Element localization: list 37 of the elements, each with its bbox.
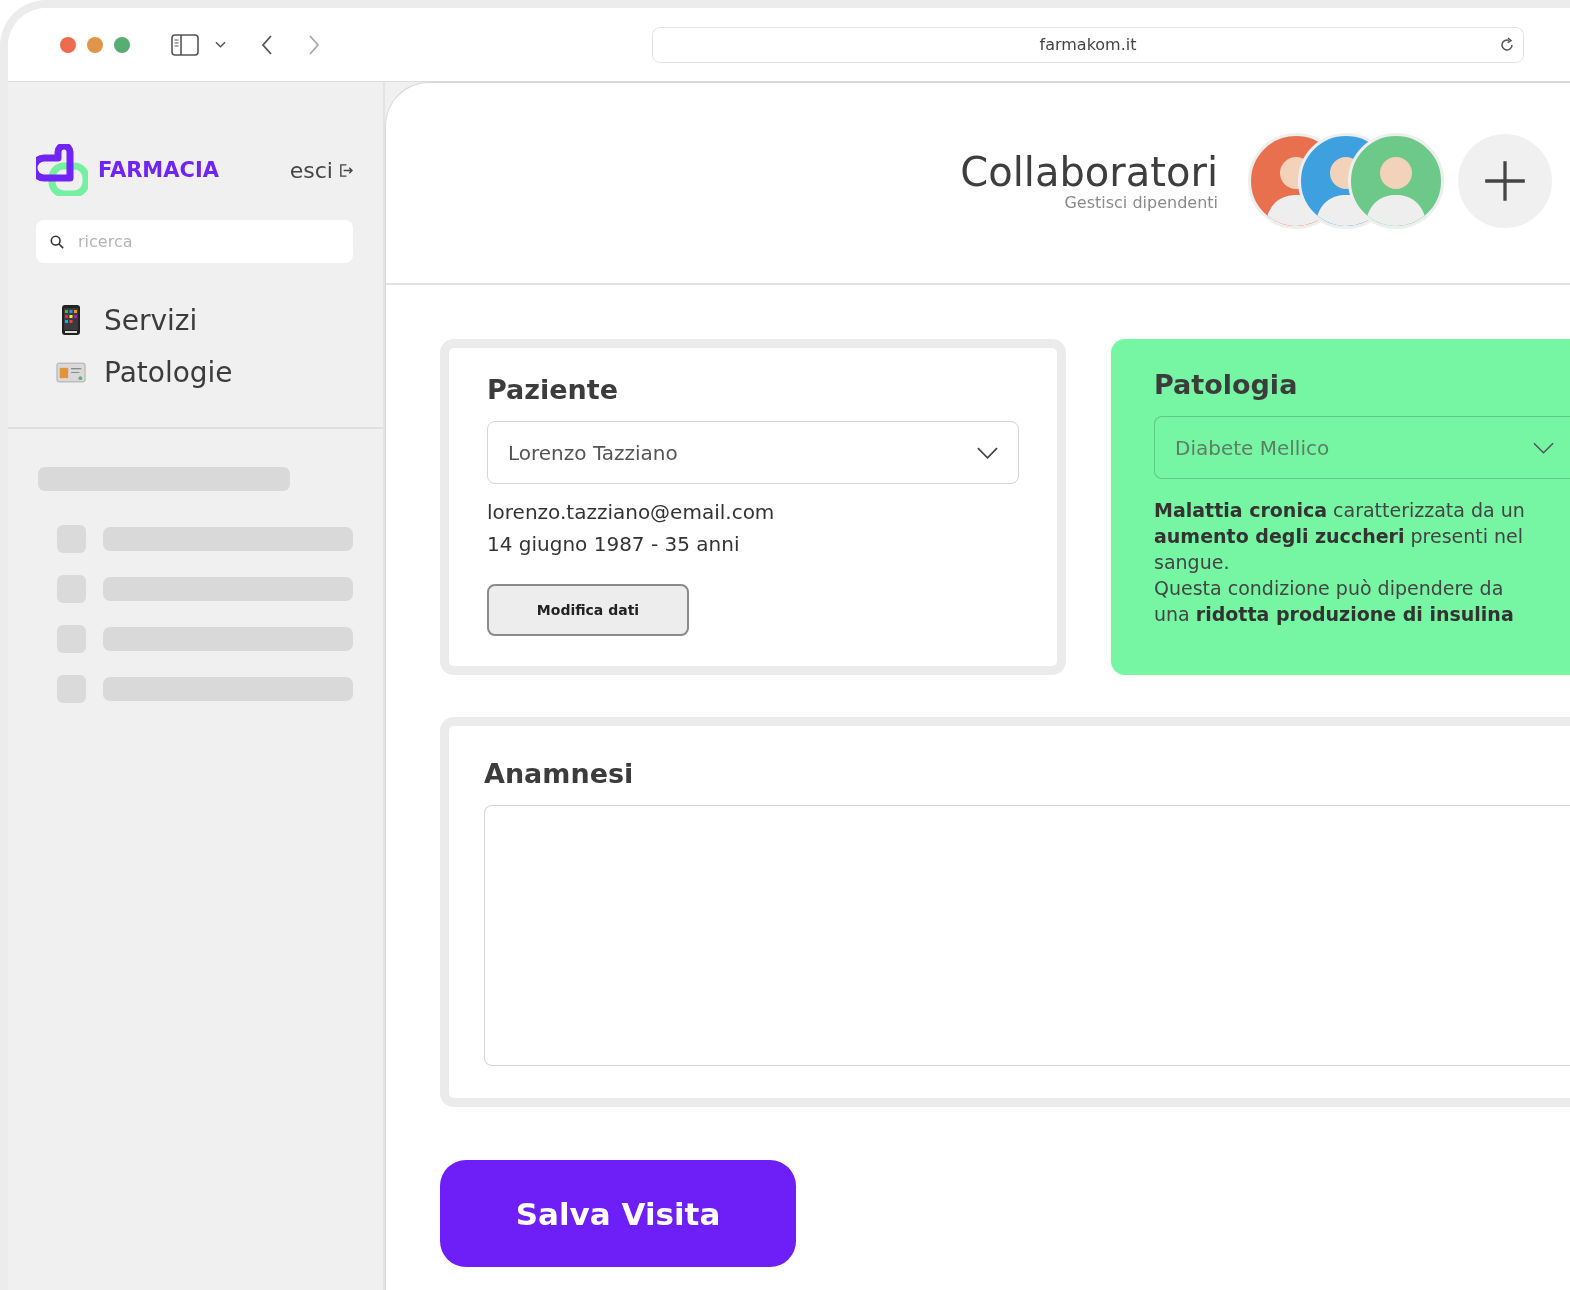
reload-icon[interactable] bbox=[1499, 36, 1515, 53]
search-field[interactable]: ricerca bbox=[36, 220, 353, 263]
save-button[interactable]: Salva Visita bbox=[440, 1160, 796, 1267]
close-button[interactable] bbox=[60, 36, 76, 53]
logo-icon bbox=[36, 144, 88, 196]
avatar-group-drawing[interactable] bbox=[1248, 133, 1444, 229]
page-title: Collaboratori bbox=[960, 150, 1218, 193]
back-icon[interactable] bbox=[261, 34, 273, 55]
patient-select[interactable]: Lorenzo Tazziano bbox=[487, 421, 1019, 484]
sidebar-item[interactable]: Servizi bbox=[56, 301, 383, 339]
anamnesis-field[interactable] bbox=[484, 805, 1570, 1066]
sidebar-toggle-icon[interactable] bbox=[171, 33, 199, 56]
pathology-description: Questa condizione può dipendere da una ridotta produzione di insulina bbox=[1154, 576, 1515, 627]
address-bar[interactable]: farmakom.it bbox=[652, 26, 1524, 63]
chevron-down-icon[interactable] bbox=[215, 40, 226, 49]
patient-email: lorenzo.tazziano@email.com bbox=[487, 499, 776, 526]
patient-birthdate: 14 giugno 1987 - 35 anni bbox=[487, 531, 741, 558]
plus-icon bbox=[1483, 159, 1527, 203]
card-title: Patologia bbox=[1154, 369, 1299, 400]
card-title: Anamnesi bbox=[484, 758, 635, 789]
phone-icon bbox=[61, 304, 81, 336]
zoom-button[interactable] bbox=[114, 36, 130, 53]
forward-icon[interactable] bbox=[308, 34, 320, 55]
search-input[interactable]: ricerca bbox=[76, 231, 330, 252]
chevron-down-icon bbox=[977, 446, 998, 459]
logout-icon bbox=[338, 162, 353, 178]
id-card-icon bbox=[56, 361, 86, 383]
search-icon bbox=[50, 234, 64, 249]
page-subtitle: Gestisci dipendenti bbox=[1063, 192, 1218, 212]
sidebar-item[interactable]: Patologie bbox=[56, 353, 383, 391]
logout-link[interactable]: esci bbox=[289, 157, 353, 183]
card-title: Paziente bbox=[487, 374, 619, 405]
chevron-down-icon bbox=[1533, 441, 1554, 454]
minimize-button[interactable] bbox=[87, 36, 103, 53]
brand-name: FARMACIA bbox=[98, 158, 219, 182]
edit-button[interactable]: Modifica dati bbox=[487, 584, 689, 636]
pathology-description: Malattia cronica caratterizzata da un aumento degli zuccheri presenti nel sangue. bbox=[1154, 498, 1526, 575]
